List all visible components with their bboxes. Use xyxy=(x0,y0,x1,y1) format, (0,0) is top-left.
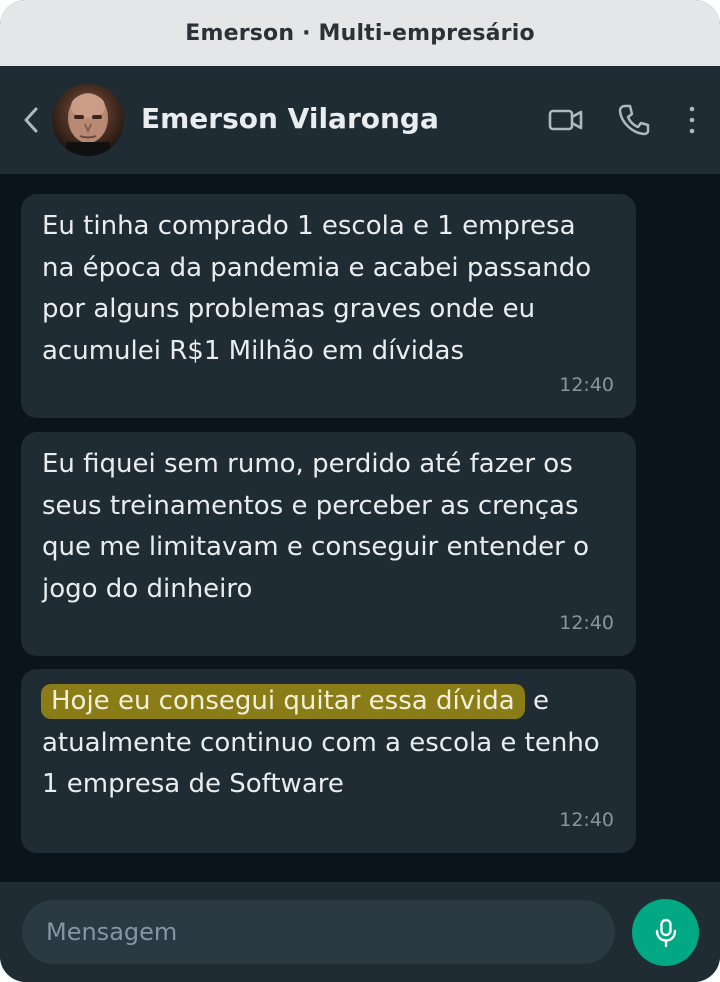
chevron-left-icon xyxy=(24,107,38,133)
video-call-button[interactable] xyxy=(546,100,586,140)
message-bubble[interactable]: Eu tinha comprado 1 escola e 1 empresa n… xyxy=(21,194,636,418)
microphone-button[interactable] xyxy=(632,899,699,966)
message-text: Eu tinha comprado 1 escola e 1 empresa n… xyxy=(42,211,592,366)
message-text: Eu fiquei sem rumo, perdido até fazer os… xyxy=(42,449,590,604)
message-bubble[interactable]: Eu fiquei sem rumo, perdido até fazer os… xyxy=(21,432,636,656)
message-list[interactable]: Eu tinha comprado 1 escola e 1 empresa n… xyxy=(0,174,720,882)
contact-name[interactable]: Emerson Vilaronga xyxy=(141,102,439,135)
composer-bar xyxy=(0,882,720,982)
window-title: Emerson · Multi-empresário xyxy=(0,0,720,66)
back-button[interactable] xyxy=(18,104,44,136)
chat-window: Emerson · Multi-empresário Emerson Vilar… xyxy=(0,0,720,982)
message-time: 12:40 xyxy=(559,808,614,831)
more-options-button[interactable] xyxy=(672,100,712,140)
video-call-icon xyxy=(548,109,583,131)
message-input[interactable] xyxy=(22,900,615,964)
avatar[interactable] xyxy=(52,84,124,156)
microphone-icon xyxy=(655,918,676,947)
phone-icon xyxy=(618,104,650,136)
highlighted-text: Hoje eu consegui quitar essa dívida xyxy=(41,684,525,719)
message-time: 12:40 xyxy=(559,611,614,634)
message-text: Hoje eu consegui quitar essa dívida e at… xyxy=(41,681,614,806)
message-time: 12:40 xyxy=(559,373,614,396)
message-bubble[interactable]: Hoje eu consegui quitar essa dívida e at… xyxy=(21,669,636,853)
more-vertical-icon xyxy=(689,106,695,134)
chat-header: Emerson Vilaronga xyxy=(0,66,720,174)
voice-call-button[interactable] xyxy=(614,100,654,140)
